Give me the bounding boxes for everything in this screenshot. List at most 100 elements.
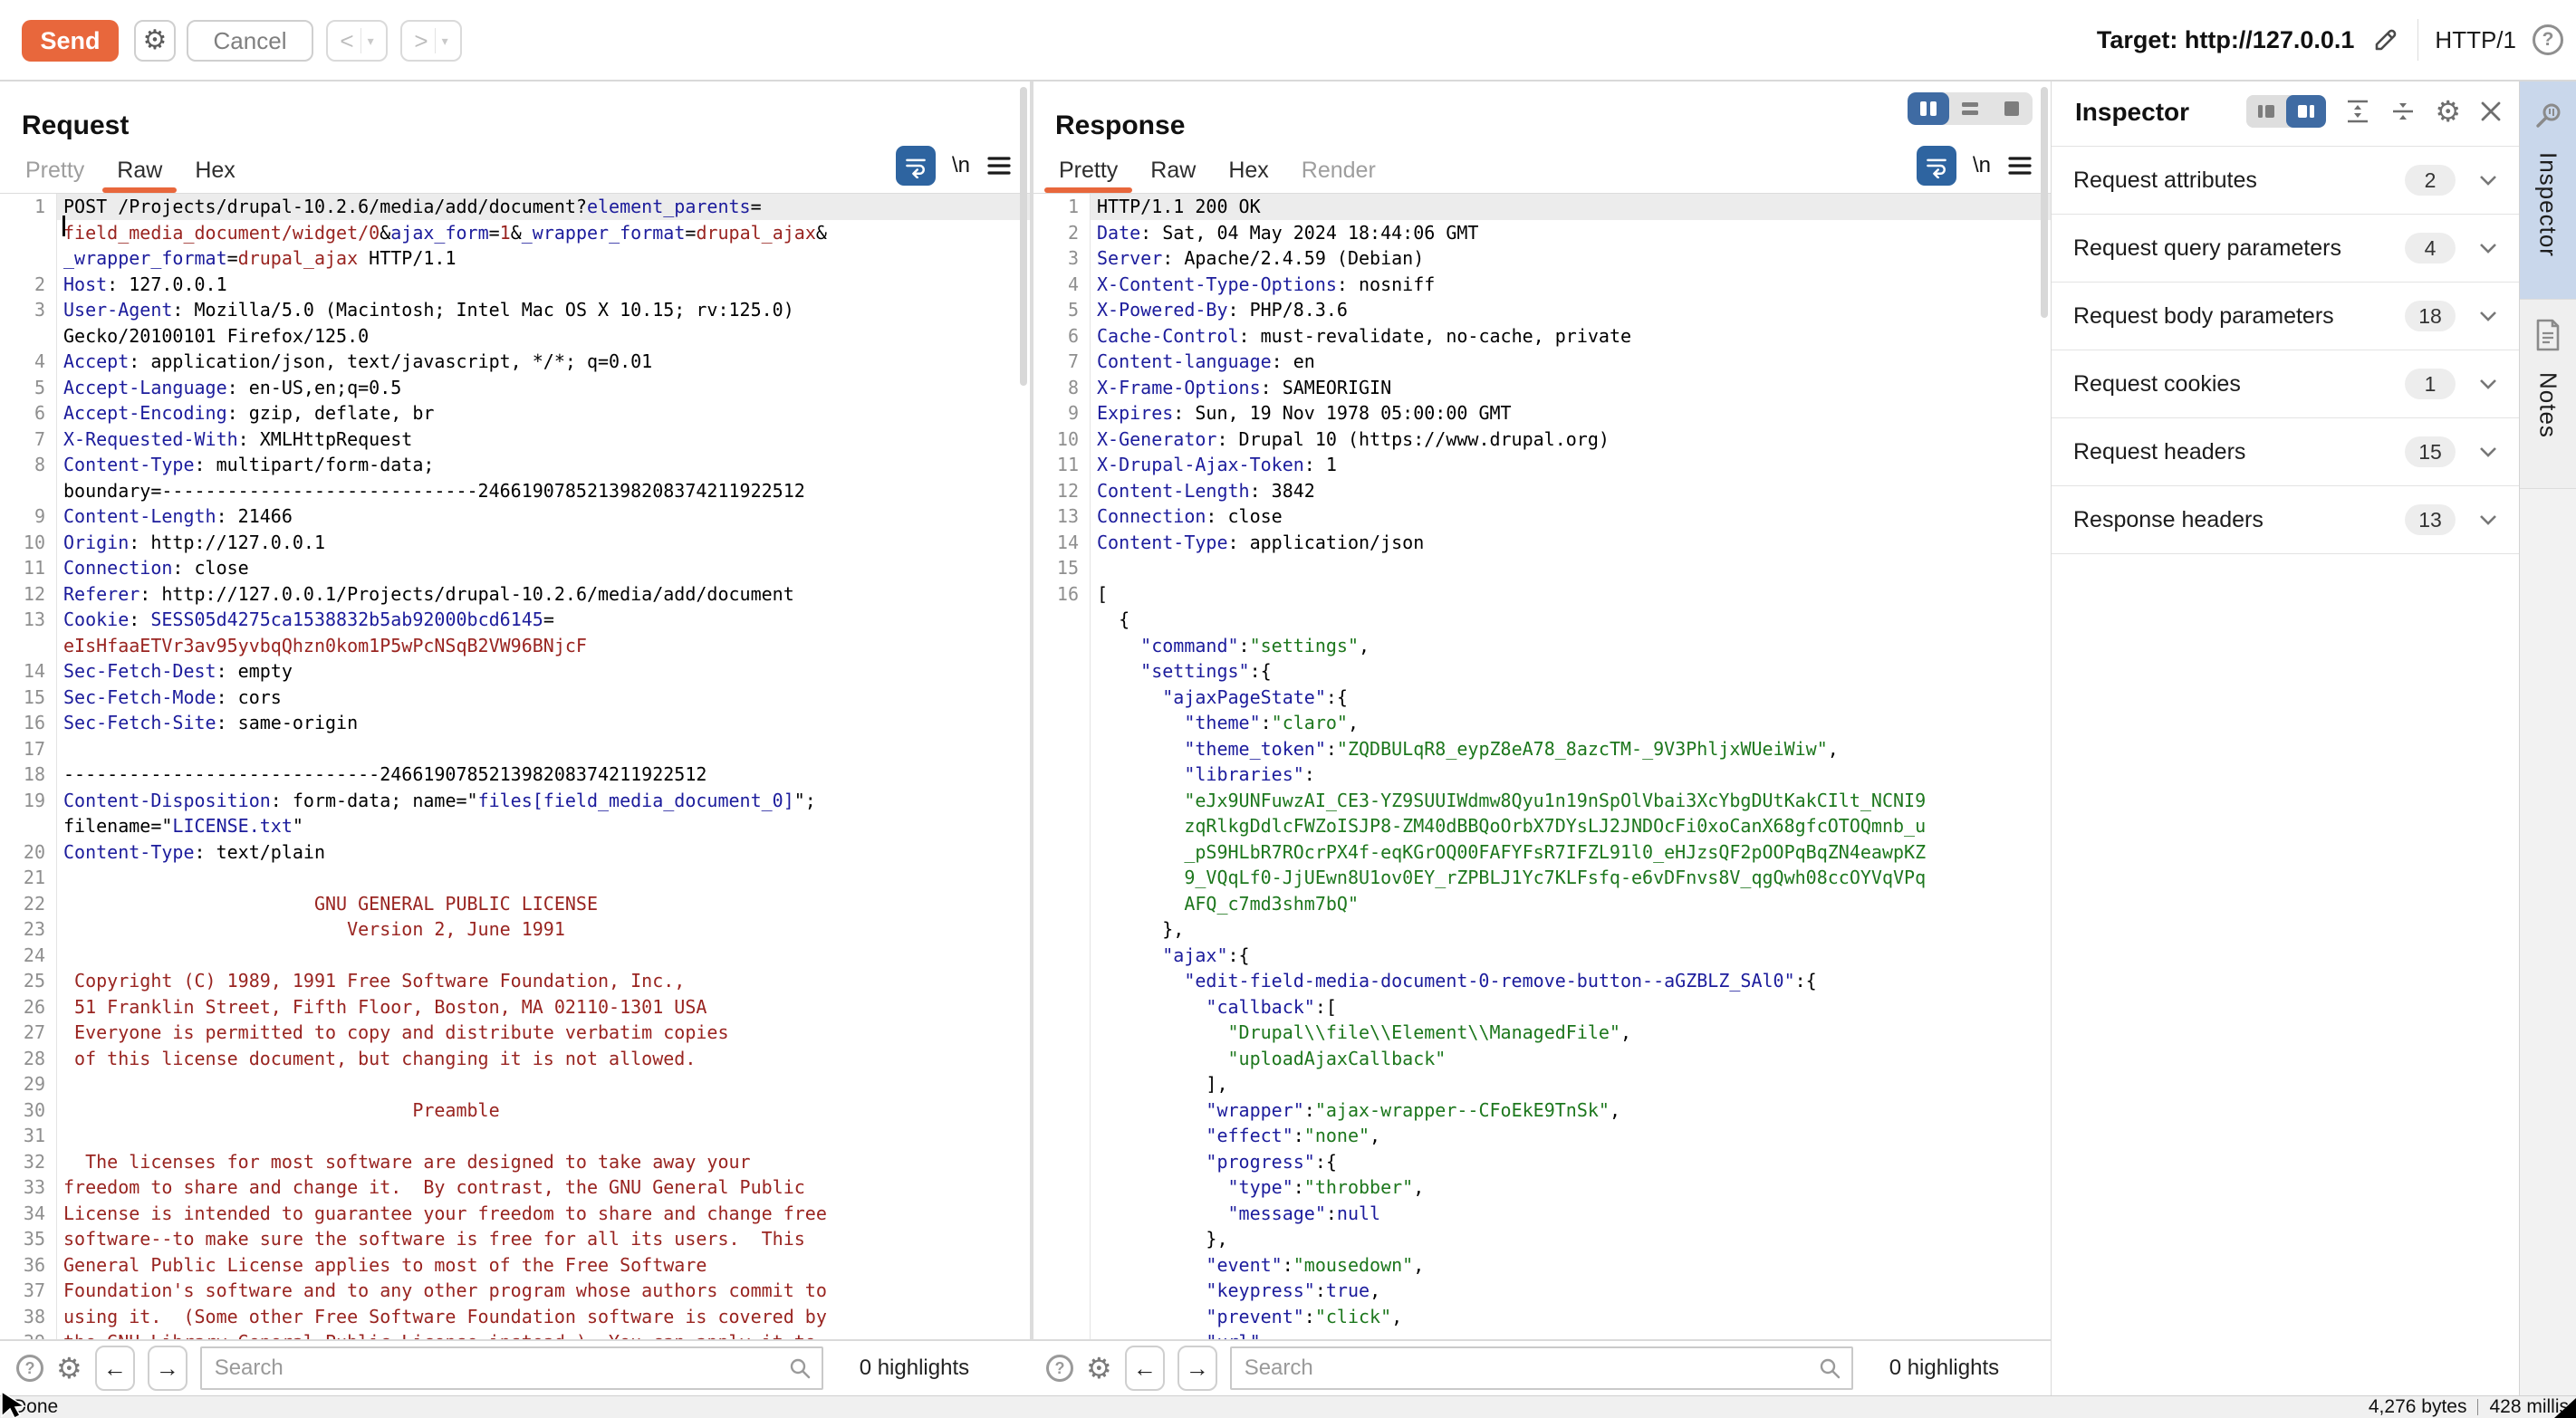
inspector-section-label: Request cookies bbox=[2073, 371, 2405, 398]
collapse-all-icon[interactable] bbox=[2389, 98, 2417, 125]
tab-request-hex[interactable]: Hex bbox=[178, 148, 251, 193]
request-search-input[interactable] bbox=[200, 1346, 823, 1390]
dropdown-caret-icon[interactable]: ▾ bbox=[368, 34, 374, 49]
code-line: 9_VQqLf0-JjUEwn8U1ov0EY_rZPBLJ1Yc7KLFsfq… bbox=[1033, 865, 2051, 891]
request-editor[interactable]: 1POST /Projects/drupal-10.2.6/media/add/… bbox=[0, 194, 1030, 1339]
send-button[interactable]: Send bbox=[22, 20, 119, 62]
chevron-down-icon bbox=[2479, 378, 2497, 390]
close-icon[interactable] bbox=[2479, 100, 2503, 123]
editor-menu-icon[interactable] bbox=[2007, 155, 2033, 177]
search-settings-gear-icon[interactable]: ⚙ bbox=[56, 1354, 82, 1383]
tab-request-raw[interactable]: Raw bbox=[101, 148, 178, 193]
send-settings-gear-icon[interactable]: ⚙ bbox=[134, 20, 176, 62]
code-line: 27 Everyone is permitted to copy and dis… bbox=[0, 1020, 1030, 1046]
response-editor[interactable]: 1HTTP/1.1 200 OK2Date: Sat, 04 May 2024 … bbox=[1033, 194, 2051, 1339]
layout-single-icon[interactable] bbox=[1991, 92, 2033, 125]
history-back-button[interactable]: < ▾ bbox=[326, 20, 388, 62]
line-number bbox=[1033, 943, 1091, 969]
line-number bbox=[1033, 736, 1091, 762]
request-panel-title: Request bbox=[22, 110, 129, 141]
response-panel-title: Response bbox=[1055, 110, 1185, 141]
code-line: 19Content-Disposition: form-data; name="… bbox=[0, 788, 1030, 814]
tab-response-raw[interactable]: Raw bbox=[1134, 148, 1212, 193]
line-number: 39 bbox=[0, 1329, 57, 1339]
line-number bbox=[1033, 658, 1091, 685]
line-number: 4 bbox=[0, 349, 57, 375]
tab-request-pretty[interactable]: Pretty bbox=[9, 148, 101, 193]
line-number bbox=[0, 478, 57, 504]
line-number bbox=[1033, 710, 1091, 736]
code-line: 9Expires: Sun, 19 Nov 1978 05:00:00 GMT bbox=[1033, 400, 2051, 426]
search-help-icon[interactable]: ? bbox=[16, 1355, 43, 1382]
search-next-button[interactable]: → bbox=[148, 1346, 187, 1391]
inspector-section-request-attributes[interactable]: Request attributes2 bbox=[2052, 147, 2519, 215]
history-forward-button[interactable]: > ▾ bbox=[400, 20, 462, 62]
code-line: "type":"throbber", bbox=[1033, 1174, 2051, 1201]
search-next-button[interactable]: → bbox=[1177, 1346, 1217, 1391]
word-wrap-icon[interactable] bbox=[896, 146, 936, 186]
inspector-section-label: Response headers bbox=[2073, 507, 2405, 533]
chevron-down-icon bbox=[2479, 514, 2497, 526]
word-wrap-icon[interactable] bbox=[1917, 146, 1956, 186]
line-number: 8 bbox=[1033, 375, 1091, 401]
line-number: 22 bbox=[0, 891, 57, 917]
dock-right-icon[interactable] bbox=[2286, 95, 2326, 128]
inspector-section-request-headers[interactable]: Request headers15 bbox=[2052, 418, 2519, 486]
inspector-section-response-headers[interactable]: Response headers13 bbox=[2052, 486, 2519, 554]
code-line: 25 Copyright (C) 1989, 1991 Free Softwar… bbox=[0, 968, 1030, 994]
tab-response-pretty[interactable]: Pretty bbox=[1043, 148, 1134, 193]
code-line: "ajax":{ bbox=[1033, 943, 2051, 969]
line-number: 3 bbox=[0, 297, 57, 323]
line-number: 16 bbox=[1033, 581, 1091, 608]
edit-target-pencil-icon[interactable] bbox=[2370, 24, 2401, 55]
code-line: 15 bbox=[1033, 555, 2051, 581]
tab-response-render[interactable]: Render bbox=[1285, 148, 1392, 193]
line-number: 26 bbox=[0, 994, 57, 1020]
side-tab-notes[interactable]: Notes bbox=[2520, 299, 2576, 489]
search-settings-gear-icon[interactable]: ⚙ bbox=[1086, 1354, 1112, 1383]
help-icon[interactable]: ? bbox=[2533, 24, 2563, 55]
dropdown-caret-icon[interactable]: ▾ bbox=[442, 34, 448, 49]
line-number: 20 bbox=[0, 839, 57, 866]
line-number: 36 bbox=[0, 1252, 57, 1279]
code-line: eIsHfaaETVr3av95yvbqQhzn0kom1P5wPcNSqB2V… bbox=[0, 633, 1030, 659]
code-line: 1HTTP/1.1 200 OK bbox=[1033, 194, 2051, 220]
line-number bbox=[1033, 994, 1091, 1020]
line-number: 18 bbox=[0, 762, 57, 788]
inspector-settings-gear-icon[interactable]: ⚙ bbox=[2435, 94, 2461, 129]
code-line: 11X-Drupal-Ajax-Token: 1 bbox=[1033, 452, 2051, 478]
code-line: 22 GNU GENERAL PUBLIC LICENSE bbox=[0, 891, 1030, 917]
layout-columns-icon[interactable] bbox=[1908, 92, 1949, 125]
tab-response-hex[interactable]: Hex bbox=[1212, 148, 1284, 193]
search-help-icon[interactable]: ? bbox=[1046, 1355, 1073, 1382]
line-number: 28 bbox=[0, 1046, 57, 1072]
dock-left-icon[interactable] bbox=[2246, 95, 2286, 128]
expand-all-icon[interactable] bbox=[2344, 98, 2371, 125]
response-scrollbar[interactable] bbox=[2041, 87, 2048, 318]
inspector-section-request-cookies[interactable]: Request cookies1 bbox=[2052, 350, 2519, 418]
request-scrollbar[interactable] bbox=[1020, 87, 1027, 386]
show-newlines-icon[interactable]: \n bbox=[1973, 153, 1991, 178]
editor-menu-icon[interactable] bbox=[986, 155, 1012, 177]
code-line: 32 The licenses for most software are de… bbox=[0, 1149, 1030, 1175]
line-number: 14 bbox=[0, 658, 57, 685]
cancel-button[interactable]: Cancel bbox=[187, 20, 313, 62]
side-tab-inspector-label: Inspector bbox=[2534, 152, 2562, 257]
search-prev-button[interactable]: ← bbox=[1125, 1346, 1165, 1391]
inspector-dock-toggle-group bbox=[2246, 95, 2326, 128]
line-number bbox=[1033, 607, 1091, 633]
side-tab-inspector[interactable]: Inspector bbox=[2520, 81, 2576, 299]
code-line: 16Sec-Fetch-Site: same-origin bbox=[0, 710, 1030, 736]
inspector-section-request-body-parameters[interactable]: Request body parameters18 bbox=[2052, 283, 2519, 350]
response-search-input[interactable] bbox=[1230, 1346, 1853, 1390]
layout-rows-icon[interactable] bbox=[1949, 92, 1991, 125]
show-newlines-icon[interactable]: \n bbox=[952, 153, 970, 178]
http-version-label[interactable]: HTTP/1 bbox=[2435, 26, 2516, 54]
code-line: filename="LICENSE.txt" bbox=[0, 813, 1030, 839]
line-number bbox=[1033, 1201, 1091, 1227]
search-prev-button[interactable]: ← bbox=[95, 1346, 135, 1391]
code-line: 33freedom to share and change it. By con… bbox=[0, 1174, 1030, 1201]
line-number: 1 bbox=[1033, 194, 1091, 220]
line-number bbox=[1033, 839, 1091, 866]
inspector-section-request-query-parameters[interactable]: Request query parameters4 bbox=[2052, 215, 2519, 283]
